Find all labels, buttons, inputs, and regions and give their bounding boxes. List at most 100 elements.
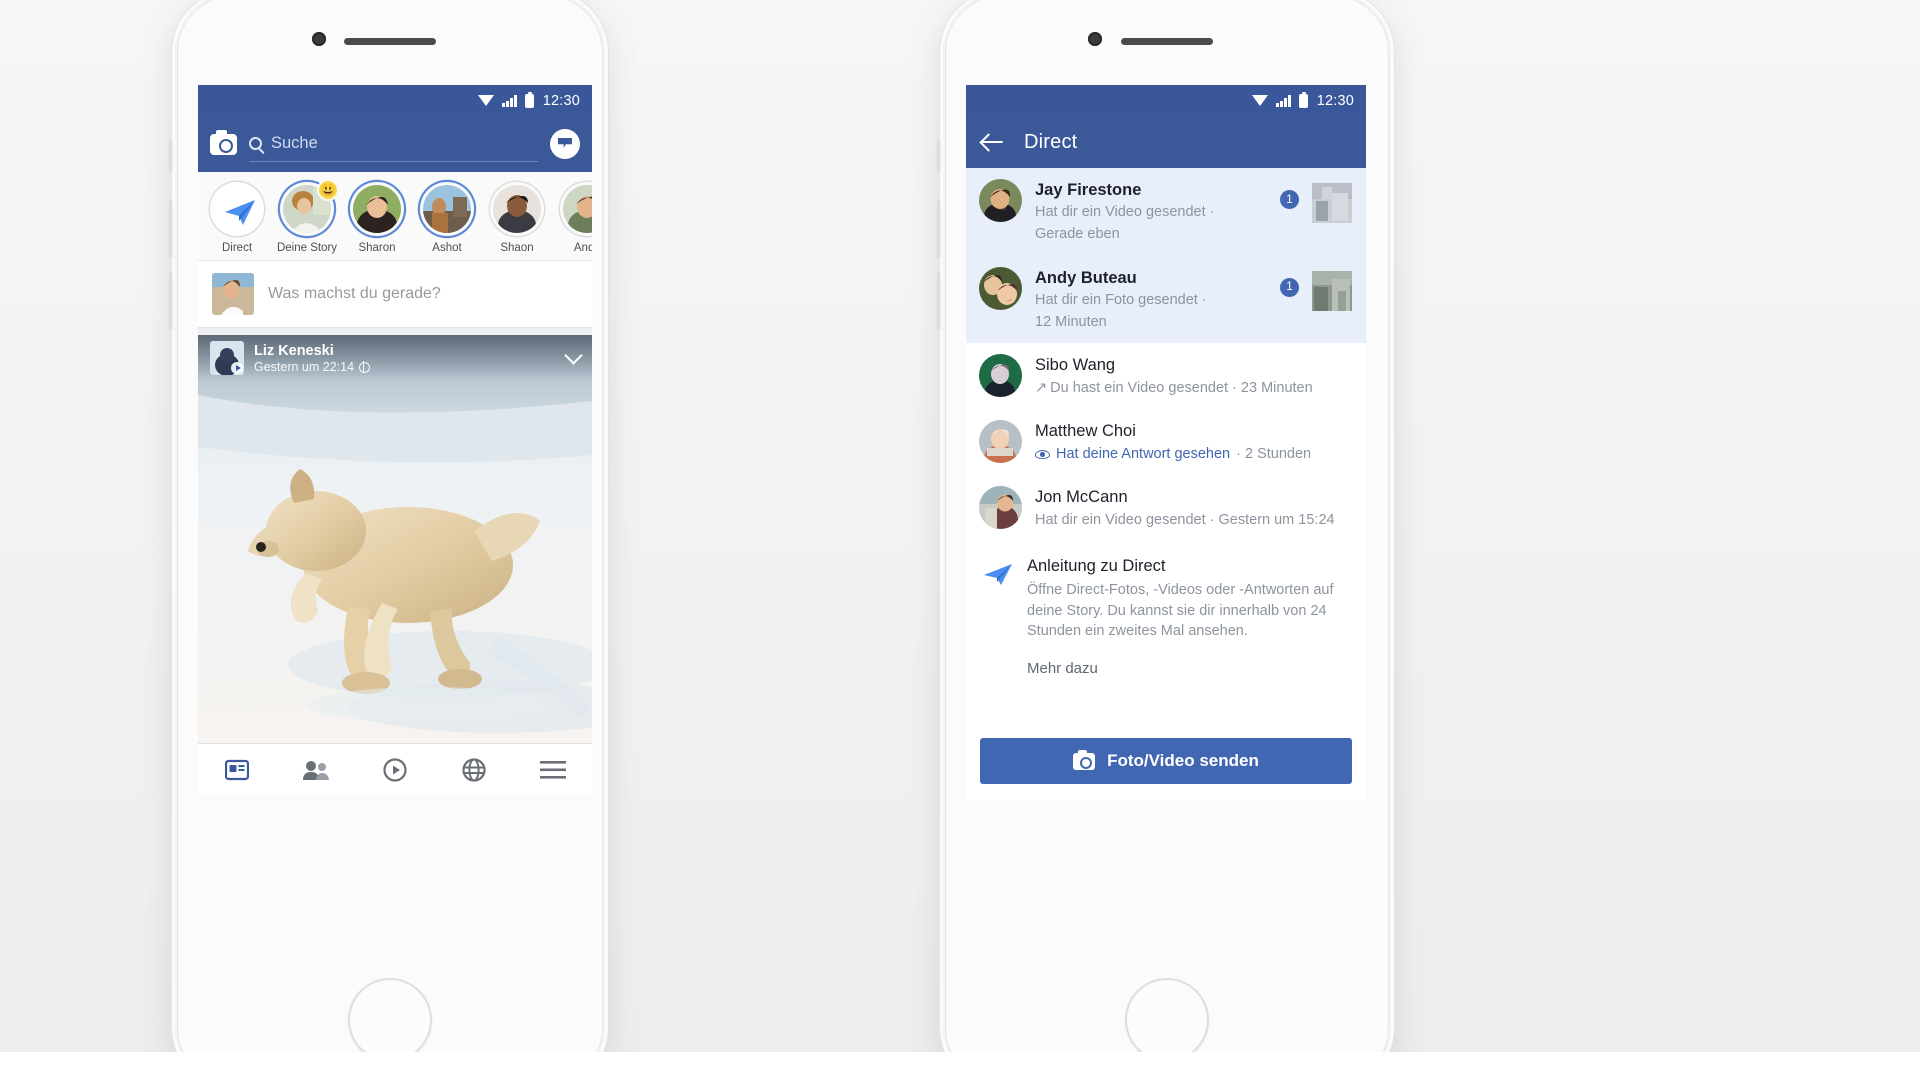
messenger-icon[interactable]	[550, 129, 580, 159]
paper-plane-icon	[213, 185, 261, 233]
phone-right-volume-up	[936, 200, 941, 258]
media-thumbnail[interactable]	[1312, 183, 1352, 223]
thread-text: Andy Buteau Hat dir ein Foto gesendet · …	[1035, 267, 1267, 333]
status-composer[interactable]: Was machst du gerade?	[198, 261, 592, 328]
right-screen: 12:30 Direct Jay Firestone Hat dir ein V…	[966, 85, 1366, 800]
globe-icon	[359, 361, 371, 373]
sent-arrow-icon: ↗	[1035, 379, 1048, 396]
post-timestamp-row: Gestern um 22:14	[254, 360, 371, 375]
status-bar: 12:30	[966, 85, 1366, 116]
home-button[interactable]	[348, 978, 432, 1062]
send-bar: Foto/Video senden	[966, 728, 1366, 800]
story-item-sharon[interactable]: Sharon	[346, 182, 408, 254]
camera-icon[interactable]	[210, 129, 237, 155]
story-item-ashot[interactable]: Ashot	[416, 182, 478, 254]
post-author-avatar[interactable]	[210, 341, 244, 375]
thread-name: Jon McCann	[1035, 488, 1128, 507]
avatar	[212, 273, 254, 315]
nav-friends[interactable]	[292, 754, 340, 786]
thread-text: Sibo Wang ↗ Du hast ein Video gesendet · …	[1035, 354, 1352, 398]
story-ring	[490, 182, 544, 236]
nav-globe[interactable]	[450, 754, 498, 786]
eye-icon	[1035, 449, 1050, 459]
thread-preview: Hat deine Antwort gesehen · 2 Stunden	[1035, 445, 1352, 465]
table-row[interactable]: Jay Firestone Hat dir ein Video gesendet…	[966, 168, 1366, 256]
avatar	[979, 179, 1022, 222]
story-label: Deine Story	[276, 242, 338, 254]
phone-left-mute-switch	[168, 140, 173, 172]
wifi-icon	[478, 95, 495, 106]
thread-timestamp: Gerade eben	[1035, 226, 1120, 242]
story-label: Sharon	[358, 242, 396, 254]
phone-right-mute-switch	[936, 140, 941, 172]
nav-video[interactable]	[371, 754, 419, 786]
bottom-navigation[interactable]	[198, 743, 592, 795]
help-body: Öffne Direct-Fotos, -Videos oder -Antwor…	[1027, 582, 1334, 640]
phone-right-volume-down	[936, 272, 941, 330]
table-row[interactable]: Sibo Wang ↗ Du hast ein Video gesendet · …	[966, 343, 1366, 409]
search-input[interactable]: Suche	[249, 126, 538, 162]
post-timestamp: Gestern um 22:14	[254, 360, 355, 375]
help-text: Anleitung zu Direct Öffne Direct-Fotos, …	[1027, 557, 1350, 677]
table-row[interactable]: Jon McCann Hat dir ein Video gesendet · …	[966, 475, 1366, 541]
search-placeholder: Suche	[271, 134, 318, 152]
nav-news-feed[interactable]	[213, 754, 261, 786]
avatar	[979, 266, 1022, 310]
footer-strip	[0, 1052, 1920, 1080]
story-item-shaon[interactable]: Shaon	[486, 182, 548, 254]
story-label: Shaon	[500, 242, 534, 254]
story-avatar	[493, 185, 541, 233]
thread-text: Matthew Choi Hat deine Antwort gesehen ·…	[1035, 420, 1352, 464]
paper-plane-icon	[983, 557, 1013, 677]
left-screen: 12:30 Suche Direct 😃 Deine Story Sharon …	[198, 85, 592, 795]
post-author-name: Liz Keneski	[254, 342, 334, 359]
thread-preview: Hat dir ein Video gesendet · Gestern um …	[1035, 511, 1335, 528]
nav-menu[interactable]	[529, 754, 577, 786]
table-row[interactable]: Matthew Choi Hat deine Antwort gesehen ·…	[966, 409, 1366, 475]
story-item-andy[interactable]: Andy	[556, 182, 592, 254]
thread-name: Andy Buteau	[1035, 268, 1137, 287]
avatar	[979, 420, 1022, 464]
story-avatar	[563, 185, 592, 233]
scene-background: 12:30 Suche Direct 😃 Deine Story Sharon …	[0, 0, 1920, 1080]
direct-help-block: Anleitung zu Direct Öffne Direct-Fotos, …	[966, 541, 1366, 685]
story-item-direct[interactable]: Direct	[206, 182, 268, 254]
earpiece-speaker	[1121, 38, 1213, 45]
post-header: Liz Keneski Gestern um 22:14	[198, 335, 592, 381]
phone-left-volume-down	[168, 272, 173, 330]
thread-preview-text: Hat deine Antwort gesehen	[1056, 445, 1231, 462]
send-button-label: Foto/Video senden	[1107, 751, 1259, 770]
thread-text: Jay Firestone Hat dir ein Video gesendet…	[1035, 179, 1267, 245]
avatar	[979, 354, 1022, 398]
chevron-down-icon[interactable]	[564, 346, 583, 365]
table-row[interactable]: Andy Buteau Hat dir ein Foto gesendet · …	[966, 255, 1366, 344]
help-more-link[interactable]: Mehr dazu	[1027, 660, 1350, 677]
avatar	[979, 486, 1022, 530]
home-button[interactable]	[1125, 978, 1209, 1062]
media-thumbnail[interactable]	[1312, 270, 1352, 311]
feed-divider	[198, 328, 592, 335]
send-photo-video-button[interactable]: Foto/Video senden	[980, 738, 1352, 784]
signal-icon	[502, 94, 517, 107]
story-item-own[interactable]: 😃 Deine Story	[276, 179, 339, 254]
camera-icon	[1073, 749, 1096, 770]
story-ring	[420, 182, 474, 236]
stories-row[interactable]: Direct 😃 Deine Story Sharon Ashot Shaon …	[198, 172, 592, 261]
earpiece-speaker	[344, 38, 436, 45]
story-label: Ashot	[432, 242, 462, 254]
play-icon	[231, 362, 243, 374]
status-time: 12:30	[1316, 92, 1354, 109]
story-emoji-badge: 😃	[317, 179, 339, 201]
phone-left-volume-up	[168, 200, 173, 258]
status-bar: 12:30	[198, 85, 592, 116]
post-meta: Liz Keneski Gestern um 22:14	[254, 342, 371, 375]
direct-thread-list[interactable]: Jay Firestone Hat dir ein Video gesendet…	[966, 168, 1366, 542]
story-avatar	[353, 185, 401, 233]
thread-preview: ↗ Du hast ein Video gesendet · 23 Minuten	[1035, 379, 1352, 399]
front-camera	[1088, 32, 1102, 46]
feed-post[interactable]: Liz Keneski Gestern um 22:14	[198, 335, 592, 762]
back-arrow-icon[interactable]	[982, 131, 1004, 153]
front-camera	[312, 32, 326, 46]
signal-icon	[1276, 94, 1291, 107]
story-ring	[210, 182, 264, 236]
